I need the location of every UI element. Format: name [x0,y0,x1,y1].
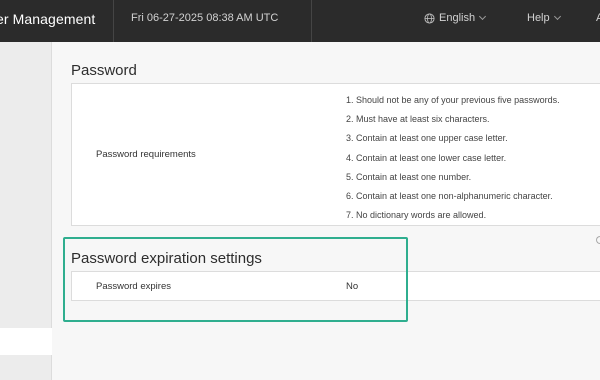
chevron-down-icon [479,12,487,20]
requirement-item: 6. Contain at least one non-alphanumeric… [346,191,553,202]
user-menu[interactable]: A [596,12,600,24]
language-label: English [439,12,476,24]
requirement-item: 4. Contain at least one lower case lette… [346,152,507,163]
password-section-title: Password [71,62,137,79]
globe-icon [424,12,435,24]
refresh-icon[interactable] [596,236,600,244]
chevron-down-icon [553,12,561,20]
requirement-item: 5. Contain at least one number. [346,171,472,182]
help-label: Help [527,12,550,24]
header-divider [113,0,114,42]
current-datetime: Fri 06-27-2025 08:38 AM UTC [131,12,279,24]
password-requirements-label: Password requirements [96,149,196,160]
requirement-item: 2. Must have at least six characters. [346,114,490,125]
password-requirements-list: 1. Should not be any of your previous fi… [346,91,560,225]
requirement-item: 3. Contain at least one upper case lette… [346,133,508,144]
help-menu[interactable]: Help [527,12,561,24]
requirement-item: 1. Should not be any of your previous fi… [346,95,560,105]
requirement-item: 7. No dictionary words are allowed. [346,210,487,221]
sidebar [0,42,52,380]
language-selector[interactable]: English [424,12,487,24]
top-navigation-bar: er Management Fri 06-27-2025 08:38 AM UT… [0,0,600,42]
sidebar-item-active[interactable] [0,328,52,355]
header-divider [311,0,312,42]
highlight-box [63,237,408,322]
app-title: er Management [0,11,96,27]
